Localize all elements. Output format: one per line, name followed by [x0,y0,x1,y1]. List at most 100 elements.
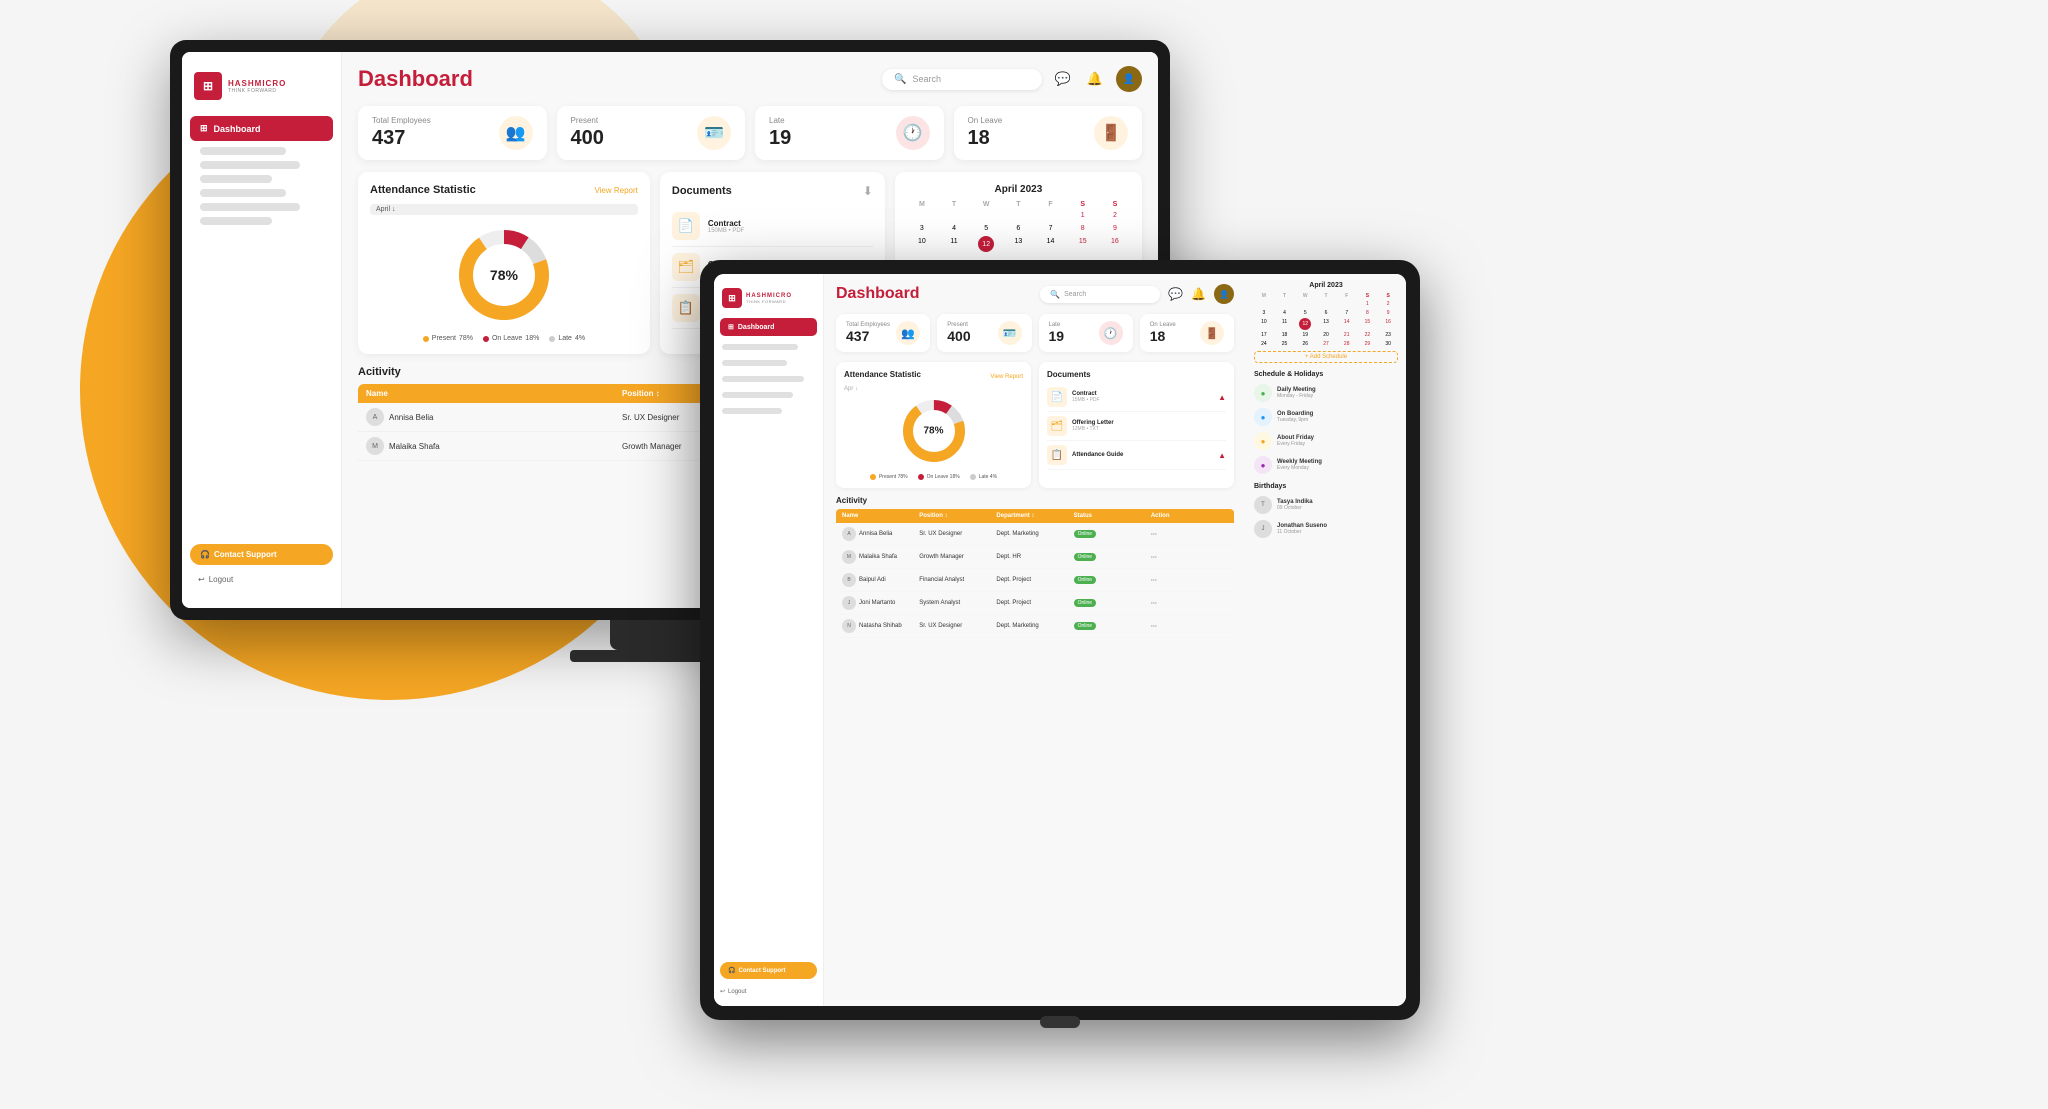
td-5[interactable]: 5 [1295,309,1315,317]
notification-icon[interactable]: 🔔 [1084,68,1106,90]
td-15w[interactable]: 15 [1358,318,1378,330]
person-avatar-1: M [366,437,384,455]
user-avatar[interactable]: 👤 [1116,66,1142,92]
download-icon[interactable]: ⬇ [863,184,873,198]
cal-day-7[interactable]: 7 [1035,223,1065,234]
schedule-section-title: Schedule & Holidays [1254,371,1398,378]
birthday-info-0: Tasya Indika 09 October [1277,499,1313,511]
schedule-time-3: Every Monday [1277,465,1322,471]
td-17[interactable]: 17 [1254,331,1274,339]
tablet-td-dept-0: Dept. Marketing [996,531,1073,537]
td-14[interactable]: 14 [1337,318,1357,330]
logo-text: HASHMICRO THINK FORWARD [228,79,286,94]
tablet-doc-upload-2[interactable]: ▲ [1218,451,1226,460]
cal-day-1[interactable]: 1 [1068,210,1098,221]
cal-day-8[interactable]: 8 [1068,223,1098,234]
td-20[interactable]: 20 [1316,331,1336,339]
tablet-td-dept-2: Dept. Project [996,577,1073,583]
td-18[interactable]: 18 [1275,331,1295,339]
td-10[interactable]: 10 [1254,318,1274,330]
tablet-stat-employees: Total Employees 437 👥 [836,314,930,352]
tablet-td-name-2: B Baipul Adi [842,573,919,587]
td-24[interactable]: 24 [1254,340,1274,348]
cal-day-9[interactable]: 9 [1100,223,1130,234]
td-29[interactable]: 29 [1358,340,1378,348]
tablet-search-box[interactable]: 🔍 Search [1040,286,1160,303]
person-name-1: Malaika Shafa [389,442,440,451]
tablet-td-action-1[interactable]: ⋯ [1151,554,1228,561]
message-icon[interactable]: 💬 [1052,68,1074,90]
cal-day-3[interactable]: 3 [907,223,937,234]
td-12[interactable]: 12 [1299,318,1311,330]
td-30[interactable]: 30 [1378,340,1398,348]
sidebar-placeholder-4 [200,189,286,197]
view-report-link[interactable]: View Report [594,186,637,195]
tablet-stat-info-emp: Total Employees 437 [846,322,890,344]
td-21[interactable]: 21 [1337,331,1357,339]
td-1[interactable]: 1 [1358,300,1378,308]
tablet-message-icon[interactable]: 💬 [1168,287,1183,301]
tablet-docs-card: Documents 📄 Contract 15MB • PDF ▲ 🗂 [1039,362,1234,488]
cal-day-14[interactable]: 14 [1035,236,1065,252]
td-7[interactable]: 7 [1337,309,1357,317]
td-28[interactable]: 28 [1337,340,1357,348]
tablet-doc-icon-0: 📄 [1047,387,1067,407]
cal-day-2[interactable]: 2 [1100,210,1130,221]
tablet-contact-support-button[interactable]: 🎧 Contact Support [720,962,817,979]
status-badge-0: Online [1074,530,1096,538]
tablet-view-report[interactable]: View Report [990,374,1023,380]
td-26[interactable]: 26 [1295,340,1315,348]
cal-day-4[interactable]: 4 [939,223,969,234]
stat-icon-late: 🕐 [896,116,930,150]
cal-day-13[interactable]: 13 [1003,236,1033,252]
tablet-nav-p2 [722,360,787,366]
td-16w[interactable]: 16 [1378,318,1398,330]
td-4[interactable]: 4 [1275,309,1295,317]
cal-day-5[interactable]: 5 [971,223,1001,234]
tablet-doc-upload-0[interactable]: ▲ [1218,393,1226,402]
cal-day-6[interactable]: 6 [1003,223,1033,234]
tablet-td-action-4[interactable]: ⋯ [1151,623,1228,630]
td-19[interactable]: 19 [1295,331,1315,339]
birthday-date-1: 11 October [1277,529,1327,535]
tablet-td-pos-2: Financial Analyst [919,577,996,583]
tablet-logout-item[interactable]: ↩ Logout [714,985,823,998]
logout-item[interactable]: ↩ Logout [190,571,333,588]
search-box[interactable]: 🔍 Search [882,69,1042,90]
tablet-legend: Present 78% On Leave 18% Late 4% [844,474,1023,480]
tablet-calendar: April 2023 M T W T F S S 1 [1254,282,1398,363]
tablet-td-action-0[interactable]: ⋯ [1151,531,1228,538]
td-13[interactable]: 13 [1316,318,1336,330]
td-9[interactable]: 9 [1378,309,1398,317]
attendance-filter[interactable]: April ↓ [370,204,638,215]
td-11[interactable]: 11 [1275,318,1295,330]
sidebar-item-dashboard[interactable]: ⊞ Dashboard [190,116,333,141]
td-2[interactable]: 2 [1378,300,1398,308]
cal-day-16[interactable]: 16 [1100,236,1130,252]
tablet-notification-icon[interactable]: 🔔 [1191,287,1206,301]
td-23[interactable]: 23 [1378,331,1398,339]
tablet-home-button[interactable] [1040,1016,1080,1028]
tablet-stat-info-leave: On Leave 18 [1150,322,1176,344]
td-27[interactable]: 27 [1316,340,1336,348]
tablet-td-dept-3: Dept. Project [996,600,1073,606]
td-25[interactable]: 25 [1275,340,1295,348]
headset-icon: 🎧 [200,550,210,559]
td-22[interactable]: 22 [1358,331,1378,339]
cal-day-11[interactable]: 11 [939,236,969,252]
td-6[interactable]: 6 [1316,309,1336,317]
td-8[interactable]: 8 [1358,309,1378,317]
cal-day-10[interactable]: 10 [907,236,937,252]
cal-header-sun: S [1100,201,1130,208]
tablet-nav-dashboard[interactable]: ⊞ Dashboard [720,318,817,336]
td-3[interactable]: 3 [1254,309,1274,317]
cal-day-15[interactable]: 15 [1068,236,1098,252]
add-schedule-button[interactable]: + Add Schedule [1254,351,1398,363]
cal-day-12-today[interactable]: 12 [978,236,994,252]
tablet-td-action-3[interactable]: ⋯ [1151,600,1228,607]
tablet-user-avatar[interactable]: 👤 [1214,284,1234,304]
tablet-td-name-1: M Malaika Shafa [842,550,919,564]
tablet-td-action-2[interactable]: ⋯ [1151,577,1228,584]
cal-header-mon: M [907,201,937,208]
contact-support-button[interactable]: 🎧 Contact Support [190,544,333,565]
